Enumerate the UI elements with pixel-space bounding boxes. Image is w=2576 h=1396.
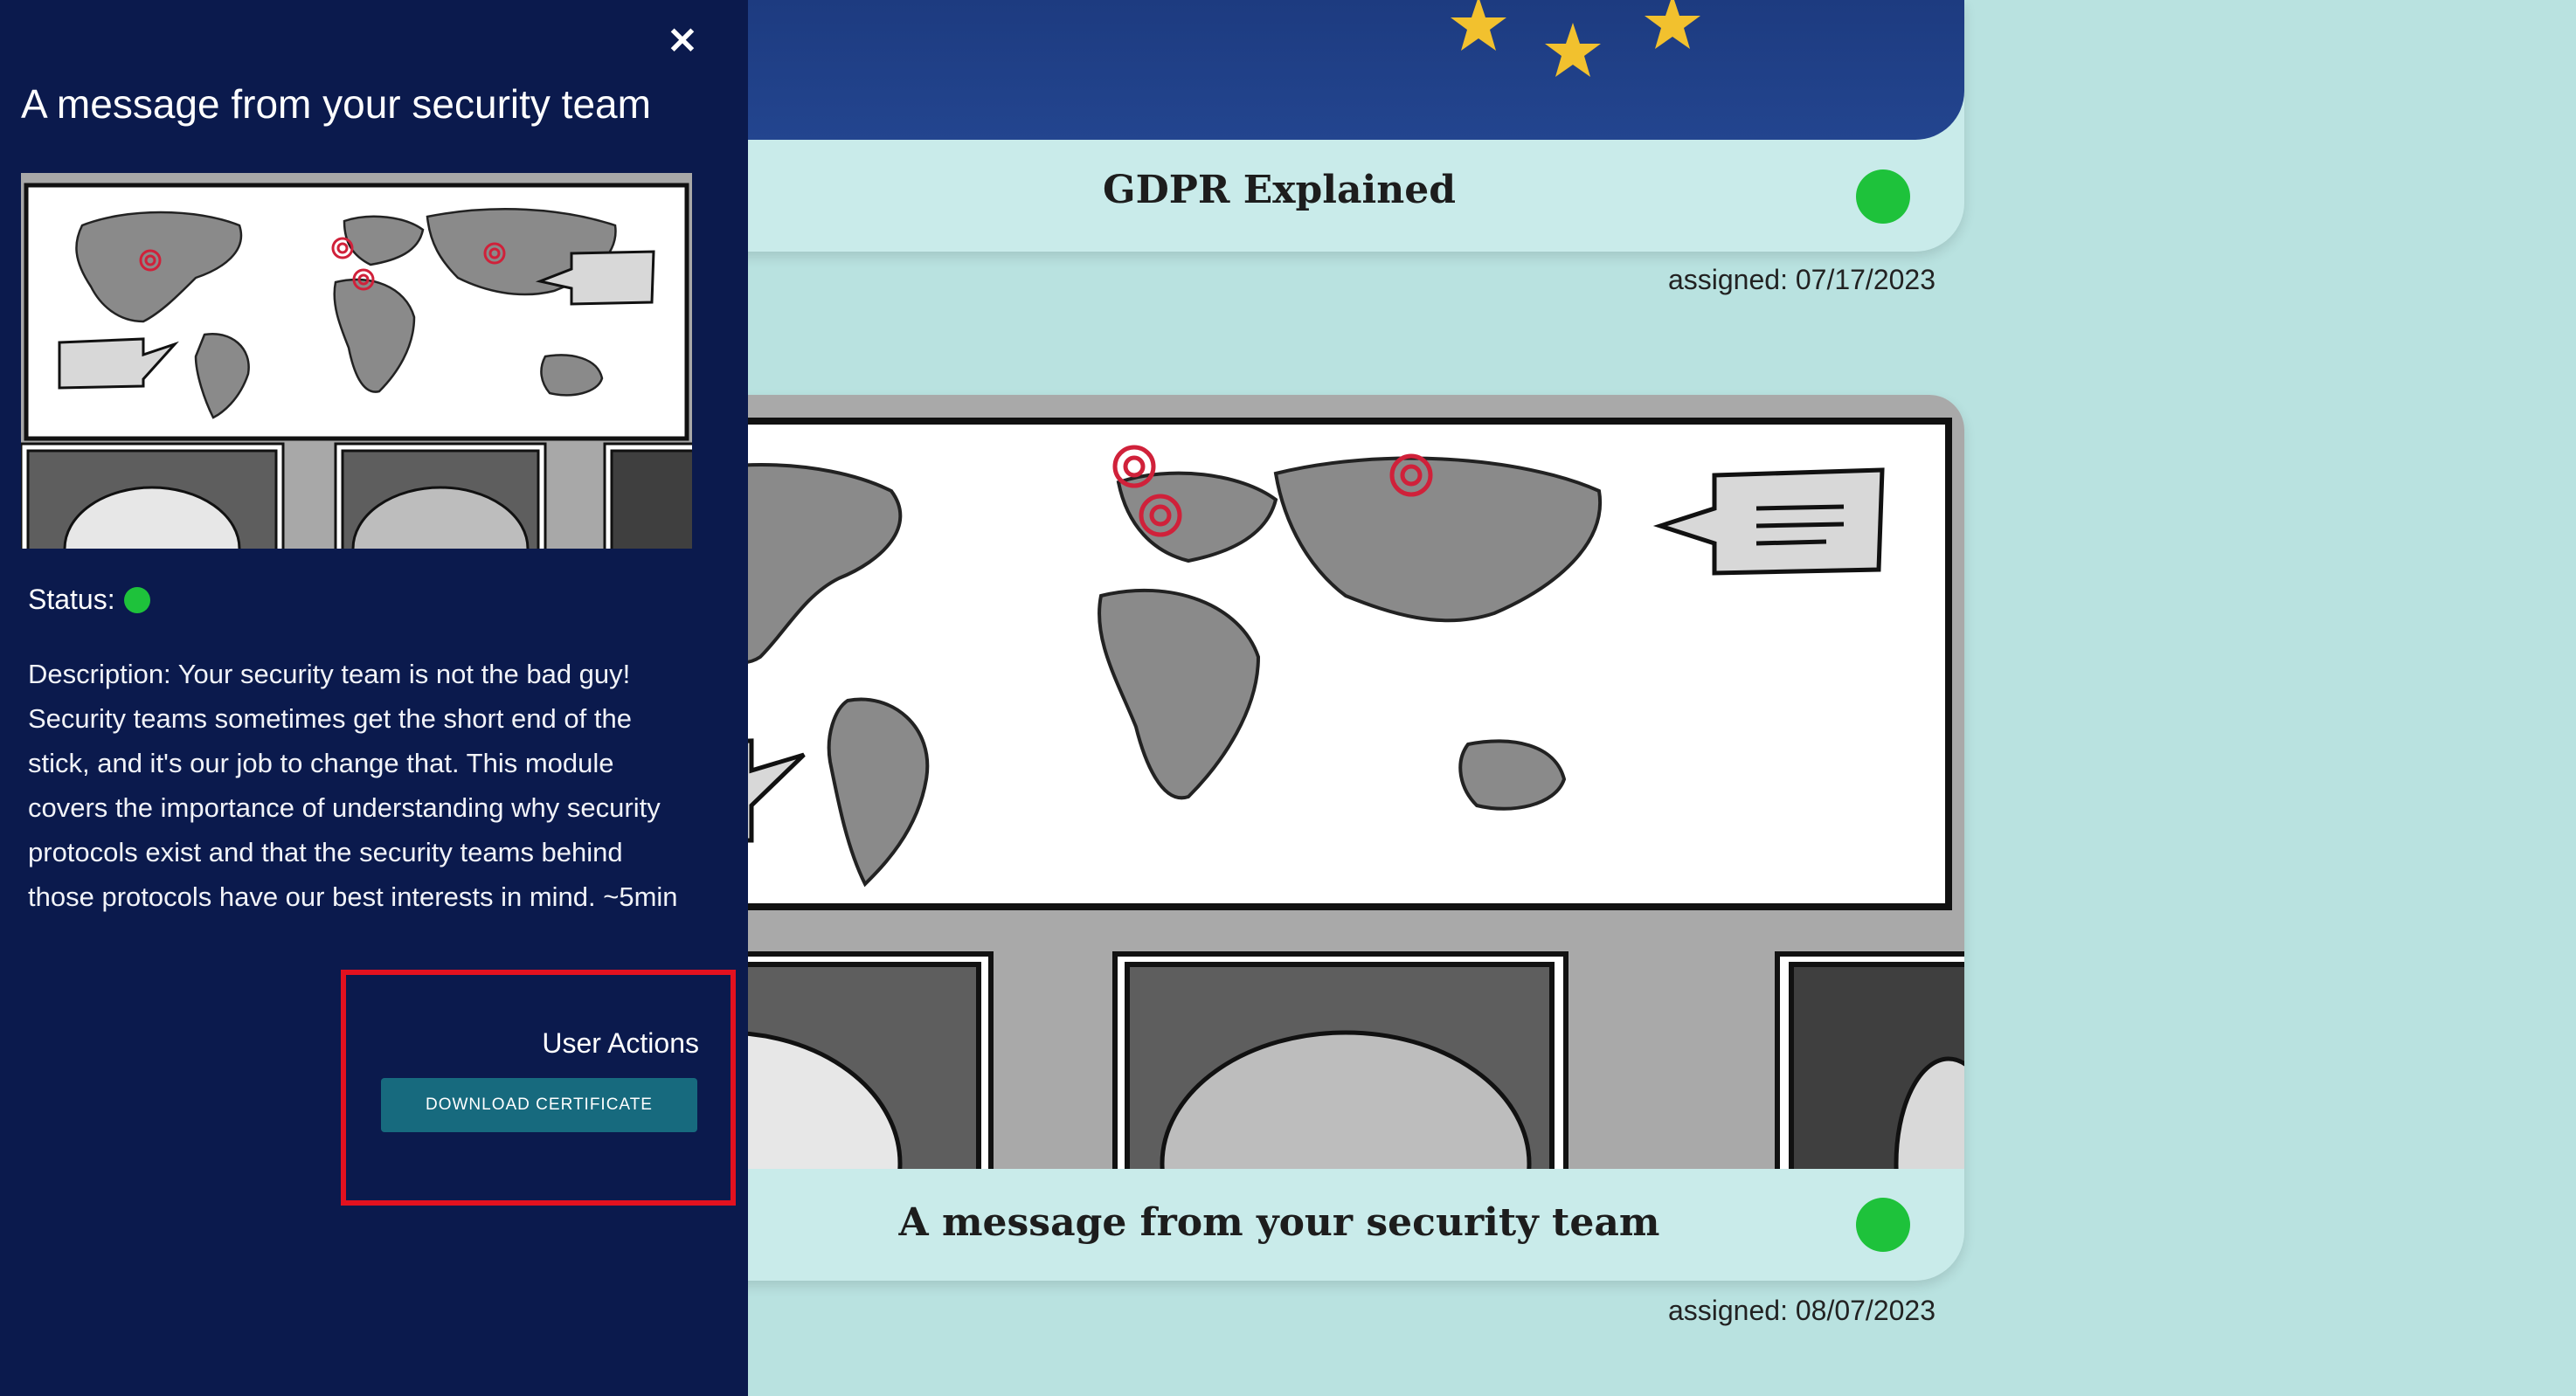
- course-card-gdpr[interactable]: GDPR Explained: [629, 0, 1964, 252]
- course-thumbnail: [21, 173, 692, 549]
- assigned-date: assigned: 07/17/2023: [1667, 264, 1935, 295]
- course-banner-image: [629, 0, 1964, 140]
- eu-star: [1545, 23, 1601, 77]
- eu-star: [1645, 0, 1700, 49]
- eu-star: [1451, 0, 1506, 51]
- course-banner-image: [629, 395, 1964, 1169]
- user-actions-label: User Actions: [542, 1027, 699, 1059]
- course-title[interactable]: A message from your security team: [629, 1200, 1929, 1245]
- status-indicator: [1856, 169, 1910, 224]
- course-detail-panel: ✕ A message from your security team Stat…: [0, 0, 748, 1396]
- status-indicator: [1856, 1198, 1910, 1252]
- status-indicator: [123, 586, 150, 613]
- course-card-security-team[interactable]: A message from your security team: [629, 395, 1964, 1281]
- status-label: Status:: [28, 584, 115, 615]
- assigned-date: assigned: 08/07/2023: [1667, 1295, 1935, 1326]
- user-actions-section: User Actions DOWNLOAD CERTIFICATE: [341, 970, 736, 1206]
- panel-title: A message from your security team: [21, 81, 651, 127]
- download-certificate-button[interactable]: DOWNLOAD CERTIFICATE: [381, 1078, 697, 1132]
- course-description: Description: Your security team is not t…: [28, 659, 678, 912]
- course-title[interactable]: GDPR Explained: [629, 168, 1929, 212]
- close-icon[interactable]: ✕: [661, 19, 704, 63]
- status-row: Status:: [28, 584, 150, 616]
